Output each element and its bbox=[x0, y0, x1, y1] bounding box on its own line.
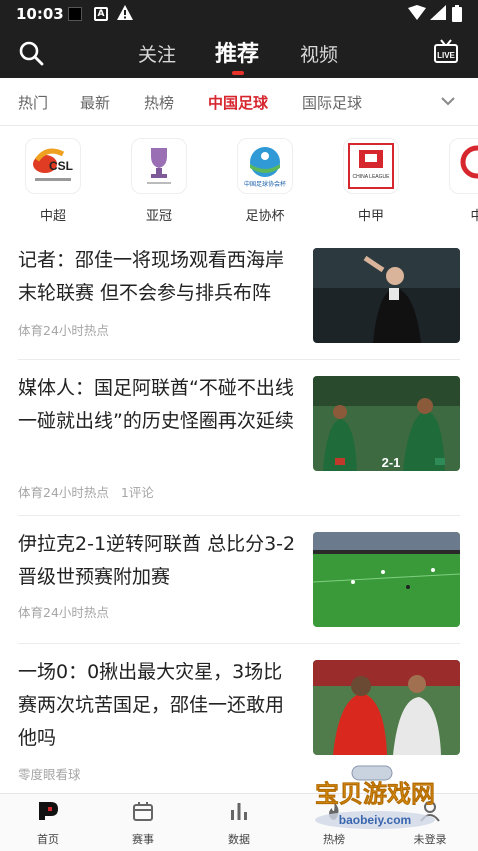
league-china-league-one[interactable]: CHINA LEAGUE 中甲 bbox=[336, 138, 406, 224]
active-tab-indicator bbox=[232, 71, 244, 75]
top-nav: 关注 推荐 视频 LIVE bbox=[0, 28, 478, 78]
category-tabs: 热门 最新 热榜 中国足球 国际足球 bbox=[0, 78, 478, 126]
afc-cup-logo bbox=[131, 138, 187, 194]
news-thumbnail bbox=[313, 248, 460, 343]
live-tv-icon[interactable]: LIVE bbox=[434, 39, 458, 65]
svg-text:中国足球协会杯: 中国足球协会杯 bbox=[244, 180, 286, 188]
news-title: 一场0：0揪出最大灾星，3场比赛两次坑苦国足，邵佳一还敢用他吗 bbox=[18, 661, 285, 749]
news-comment-count: 1评论 bbox=[120, 485, 154, 500]
nav-hot-list[interactable]: 热榜 bbox=[304, 800, 364, 847]
news-thumbnail: 2-1 bbox=[313, 376, 460, 471]
league-acl[interactable]: 亚冠 bbox=[124, 138, 194, 224]
chevron-down-icon[interactable] bbox=[440, 94, 456, 108]
csl-logo: CSL bbox=[25, 138, 81, 194]
calendar-icon bbox=[133, 802, 153, 821]
news-source: 体育24小时热点 bbox=[18, 485, 109, 500]
nav-profile[interactable]: 未登录 bbox=[400, 800, 460, 847]
news-thumbnail bbox=[313, 660, 460, 755]
svg-text:2-1: 2-1 bbox=[382, 455, 401, 470]
notification-icon bbox=[68, 7, 82, 21]
nav-matches[interactable]: 赛事 bbox=[113, 800, 173, 847]
league-csl[interactable]: CSL 中超 bbox=[18, 138, 88, 224]
category-tab-latest[interactable]: 最新 bbox=[80, 92, 110, 113]
league-name: 中甲 bbox=[357, 209, 384, 224]
news-thumbnail bbox=[313, 532, 460, 627]
news-source: 体育24小时热点 bbox=[18, 605, 109, 620]
news-item[interactable]: 媒体人：国足阿联酋“不碰不出线一碰就出线”的历史怪圈再次延续 体育24小时热点 … bbox=[18, 360, 460, 516]
news-source: 零度眼看球 bbox=[18, 767, 81, 782]
category-tab-hot-list[interactable]: 热榜 bbox=[144, 92, 174, 113]
wifi-icon bbox=[408, 5, 426, 20]
status-time: 10:03 bbox=[16, 5, 64, 23]
category-tab-hot[interactable]: 热门 bbox=[18, 92, 48, 113]
svg-text:CHINA LEAGUE: CHINA LEAGUE bbox=[353, 174, 391, 180]
news-title: 伊拉克2-1逆转阿联酋 总比分3-2晋级世预赛附加赛 bbox=[18, 533, 296, 588]
nav-data[interactable]: 数据 bbox=[209, 800, 269, 847]
league-fa-cup[interactable]: 中国足球协会杯 足协杯 bbox=[230, 138, 300, 224]
home-icon bbox=[39, 802, 58, 820]
news-meta: 零度眼看球 bbox=[18, 764, 81, 783]
nav-label: 赛事 bbox=[132, 833, 154, 846]
league-name: 亚冠 bbox=[145, 209, 172, 224]
china-league-logo: CHINA LEAGUE bbox=[343, 138, 399, 194]
svg-text:CSL: CSL bbox=[49, 159, 73, 173]
league-name: 足协杯 bbox=[245, 209, 285, 224]
league-name: 中超 bbox=[39, 209, 66, 224]
tab-recommend[interactable]: 推荐 bbox=[215, 36, 259, 68]
news-meta: 体育24小时热点 bbox=[18, 320, 109, 339]
warning-icon bbox=[117, 5, 133, 20]
partial-league-logo bbox=[449, 138, 478, 194]
app-notification-icon: A bbox=[94, 7, 108, 21]
news-item[interactable]: 伊拉克2-1逆转阿联酋 总比分3-2晋级世预赛附加赛 体育24小时热点 bbox=[18, 516, 460, 644]
news-item[interactable]: 一场0：0揪出最大灾星，3场比赛两次坑苦国足，邵佳一还敢用他吗 零度眼看球 bbox=[18, 644, 460, 794]
league-shortcuts: CSL 中超 亚冠 中国足球协会杯 足协杯 CHINA LEAGUE 中甲 中 bbox=[0, 126, 478, 231]
trending-icon bbox=[329, 802, 339, 820]
league-partial[interactable]: 中 bbox=[442, 138, 478, 224]
nav-label: 热榜 bbox=[323, 833, 345, 846]
status-bar: 10:03 A bbox=[0, 0, 478, 28]
nav-label: 数据 bbox=[228, 833, 250, 846]
tab-follow[interactable]: 关注 bbox=[138, 40, 176, 67]
fa-cup-logo: 中国足球协会杯 bbox=[237, 138, 293, 194]
news-meta: 体育24小时热点 bbox=[18, 602, 109, 621]
nav-label: 未登录 bbox=[413, 833, 447, 846]
news-title: 记者：邵佳一将现场观看西海岸末轮联赛 但不会参与排兵布阵 bbox=[18, 249, 285, 304]
category-tab-international-football[interactable]: 国际足球 bbox=[302, 92, 362, 113]
signal-icon bbox=[430, 5, 446, 20]
news-source: 体育24小时热点 bbox=[18, 323, 109, 338]
bottom-nav: 首页 赛事 数据 热榜 未登录 bbox=[0, 793, 478, 851]
news-item[interactable]: 记者：邵佳一将现场观看西海岸末轮联赛 但不会参与排兵布阵 体育24小时热点 bbox=[18, 232, 460, 360]
league-name: 中 bbox=[470, 209, 478, 224]
bar-chart-icon bbox=[231, 803, 247, 820]
user-icon bbox=[420, 801, 440, 822]
category-tab-chinese-football[interactable]: 中国足球 bbox=[208, 92, 268, 113]
news-title: 媒体人：国足阿联酋“不碰不出线一碰就出线”的历史怪圈再次延续 bbox=[18, 377, 294, 432]
news-meta: 体育24小时热点 1评论 bbox=[18, 482, 154, 501]
nav-home[interactable]: 首页 bbox=[18, 800, 78, 847]
battery-icon bbox=[452, 5, 462, 22]
tab-video[interactable]: 视频 bbox=[300, 40, 338, 67]
live-label: LIVE bbox=[437, 51, 455, 60]
search-icon[interactable] bbox=[18, 40, 44, 66]
nav-label: 首页 bbox=[37, 833, 59, 846]
